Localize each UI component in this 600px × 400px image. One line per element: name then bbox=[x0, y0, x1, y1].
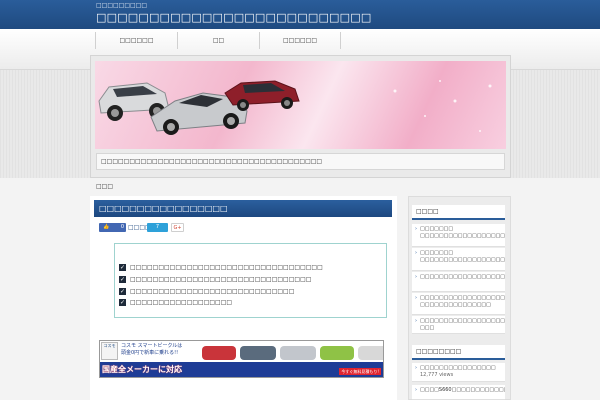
widget-title-popular-posts: □□□□□□□□ bbox=[412, 345, 505, 360]
post-title: □□□□□□□□□□□□□□□□□ bbox=[99, 204, 228, 213]
breadcrumb-home[interactable]: □□□ bbox=[96, 183, 113, 190]
sidebar-popular-link[interactable]: □□□□S660□□□□□□□□□□□□□□□□□□ bbox=[412, 385, 505, 400]
sidebar-post-link[interactable]: □□□□□□□ □□□□□□□□□□□□□□□□□□□□□□□□□□□□ bbox=[412, 248, 505, 271]
ad-cta-button[interactable]: 今すぐ無料見積もり! bbox=[339, 368, 381, 375]
ad-headline: 国産全メーカーに対応 bbox=[102, 365, 182, 374]
sidebar-post-link[interactable]: □□□□□□□□□□□□□□□□□□□ □□□□□□□□□□□□□□□ bbox=[412, 293, 505, 315]
like-count: 0 bbox=[120, 224, 124, 230]
sparkle-icon bbox=[393, 80, 492, 132]
checklist-item: ✓ □□□□□□□□□□□□□□□□□□□□□□□□□□□□□□□□□□ bbox=[119, 264, 323, 271]
checkbox-checked-icon: ✓ bbox=[119, 264, 126, 271]
sidebar-post-link[interactable]: □□□□□□□□□□□□□□□□□□□□□□□□□□□ bbox=[412, 272, 505, 292]
checklist-item: ✓ □□□□□□□□□□□□□□□□□□ bbox=[119, 299, 233, 306]
checklist-item: ✓ □□□□□□□□□□□□□□□□□□□□□□□□□□□□□ bbox=[119, 288, 295, 295]
facebook-like-button[interactable]: 👍 0 bbox=[99, 223, 126, 232]
site-description: □□□□□□□□□ bbox=[96, 2, 148, 9]
share-count[interactable]: 7 bbox=[147, 223, 168, 232]
checkbox-checked-icon: ✓ bbox=[119, 276, 126, 283]
nav-item-3[interactable]: □□□□□□ bbox=[259, 32, 341, 49]
hero-image bbox=[95, 61, 506, 149]
google-plus-button[interactable]: G+ bbox=[171, 223, 184, 232]
sidebar-post-link[interactable]: □□□□□□□ □□□□□□□□□□□□□□□□□□□□□□□□□□□□ bbox=[412, 224, 505, 247]
thumbs-up-icon: 👍 bbox=[103, 224, 110, 230]
checkbox-checked-icon: ✓ bbox=[119, 299, 126, 306]
ad-copy: コスモ スマートビークルは 頭金0円で新車に乗れる!! bbox=[121, 343, 183, 356]
hero-caption: □□□□□□□□□□□□□□□□□□□□□□□□□□□□□□□□□□□□□□□ bbox=[96, 153, 505, 170]
sidebar-popular-link[interactable]: □□□□□□□□□□□□□□□□ 12,777 views bbox=[412, 363, 505, 382]
cosmo-logo: コスモ bbox=[101, 342, 118, 360]
nav-item-2[interactable]: □□ bbox=[177, 32, 259, 49]
ad-banner[interactable]: コスモ コスモ スマートビークルは 頭金0円で新車に乗れる!! 国産全メーカーに… bbox=[99, 340, 384, 378]
widget-title-new-posts: □□□□ bbox=[412, 205, 505, 220]
checklist-item: ✓ □□□□□□□□□□□□□□□□□□□□□□□□□□□□□□□□ bbox=[119, 276, 312, 283]
view-count: 12,777 views bbox=[420, 372, 454, 378]
checkbox-checked-icon: ✓ bbox=[119, 288, 126, 295]
share-label[interactable]: □□□□ bbox=[128, 223, 151, 232]
site-title[interactable]: □□□□□□□□□□□□□□□□□□□□□□□□□□ bbox=[96, 11, 371, 24]
cars-illustration bbox=[98, 80, 492, 135]
nav-item-1[interactable]: □□□□□□ bbox=[95, 32, 177, 49]
ad-cars-icon bbox=[202, 346, 383, 360]
sidebar-post-link[interactable]: □□□□□□□□□□□□□□□□□□□□□□ □□□ bbox=[412, 316, 505, 334]
